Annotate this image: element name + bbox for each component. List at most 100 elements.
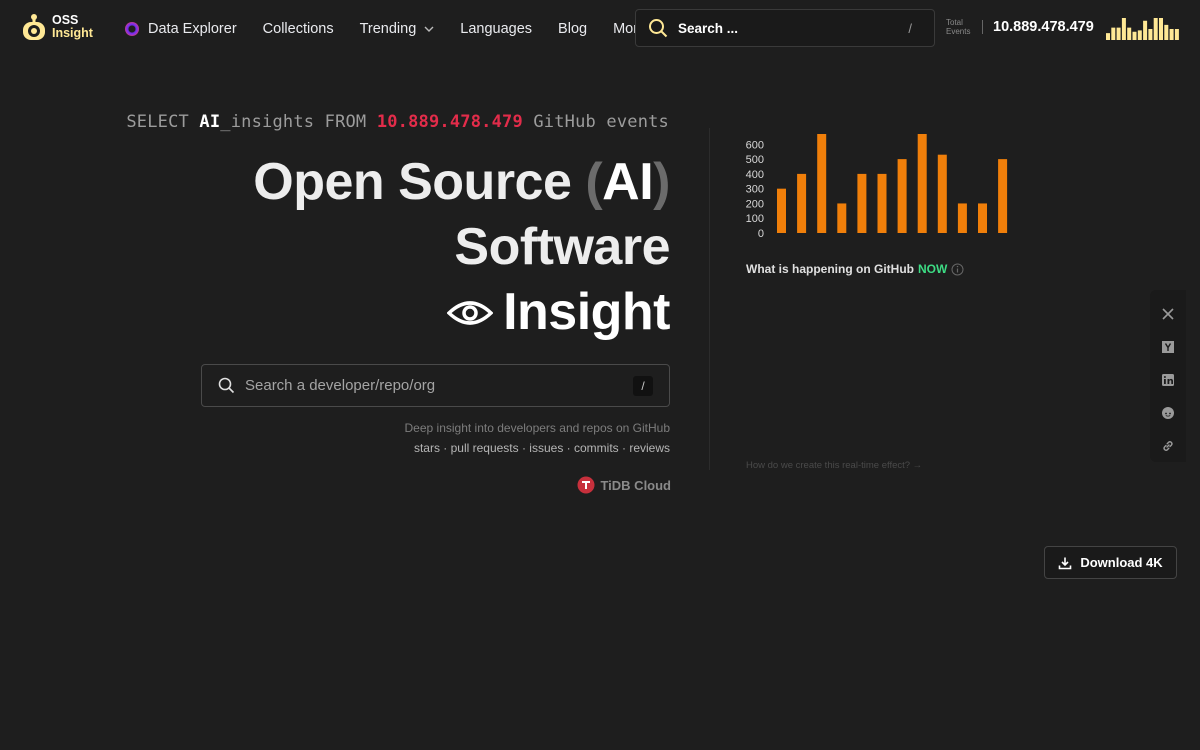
realtime-events-bar-chart: 600 500 400 300 200 100 0 (746, 134, 1008, 240)
search-icon (218, 377, 235, 394)
hero-divider (709, 128, 710, 470)
share-reddit-button[interactable] (1156, 401, 1180, 424)
top-search-label: Search ... (678, 20, 739, 36)
chart-bar (877, 173, 887, 233)
chart-bar (857, 173, 867, 233)
nav-blog-label: Blog (558, 21, 588, 37)
share-x-button[interactable] (1156, 303, 1180, 326)
share-copy-link-button[interactable] (1156, 434, 1180, 457)
realtime-now-label: NOW (917, 262, 948, 276)
top-search-shortcut: / (908, 20, 912, 36)
main-search-input[interactable]: Search a developer/repo/org / (201, 364, 670, 407)
y-tick-label: 600 (746, 139, 764, 151)
main-nav: Data Explorer Collections Trending Langu… (124, 0, 672, 58)
sparkbar (1174, 29, 1179, 40)
chart-bar (797, 173, 807, 233)
sql-suffix: GitHub events (522, 112, 669, 132)
sql-ai: AI (199, 112, 221, 132)
logo-line2: Insight (52, 26, 93, 40)
chart-bar (957, 203, 967, 233)
hero-title-line3: Insight (253, 280, 670, 345)
x-icon (1162, 308, 1174, 320)
share-linkedin-button[interactable] (1156, 369, 1180, 392)
chart-bar (837, 203, 847, 233)
sparkbar (1137, 30, 1142, 40)
sql-headline: SELECT AI_insights FROM 10.889.478.479 G… (126, 112, 669, 132)
top-nav-bar: OSS Insight Data Explorer Collections Tr… (0, 0, 1200, 58)
y-tick-label: 400 (746, 169, 764, 181)
share-rail (1150, 290, 1186, 462)
sparkbar (1143, 20, 1148, 40)
events-sparkbar (1106, 18, 1179, 40)
nav-data-explorer[interactable]: Data Explorer (124, 21, 237, 37)
nav-trending-label: Trending (359, 21, 417, 37)
sparkbar (1159, 18, 1163, 40)
top-search-input[interactable]: Search ... / (635, 9, 935, 47)
nav-trending[interactable]: Trending (360, 21, 435, 37)
main-search-placeholder: Search a developer/repo/org (245, 377, 436, 394)
total-events-line1: Total (946, 18, 963, 27)
tidb-cloud-badge[interactable]: TiDB Cloud (577, 476, 671, 494)
linkedin-icon (1162, 373, 1174, 386)
y-tick-label: 300 (746, 184, 764, 196)
y-tick-label: 500 (746, 154, 764, 166)
realtime-caption-text: What is happening on GitHub (746, 262, 914, 276)
sparkbar (1111, 27, 1116, 40)
tidb-logo-icon (577, 476, 595, 494)
chart-bar (897, 159, 907, 233)
chart-bar (917, 134, 927, 233)
nav-languages-label: Languages (460, 21, 533, 37)
logo-robot-icon (23, 14, 45, 40)
hero-title-insight: Insight (503, 283, 670, 341)
hero-title-paren-close: ) (653, 153, 670, 211)
chevron-down-icon (424, 26, 434, 32)
nav-blog[interactable]: Blog (558, 21, 587, 37)
chart-bar (777, 188, 786, 233)
reddit-icon (1162, 406, 1174, 419)
tidb-cloud-label: TiDB Cloud (600, 477, 671, 493)
hackernews-icon (1162, 341, 1174, 354)
share-hackernews-button[interactable] (1156, 336, 1180, 359)
hero-title-paren-open: ( (585, 153, 603, 211)
chart-bar (817, 134, 827, 233)
data-explorer-icon (125, 22, 139, 36)
eye-icon (447, 300, 494, 325)
oss-insight-logo[interactable]: OSS Insight (20, 12, 93, 42)
sparkbar (1116, 27, 1121, 40)
sql-select: SELECT (126, 112, 200, 132)
realtime-caption: What is happening on GitHub NOW (746, 262, 964, 276)
nav-collections[interactable]: Collections (263, 21, 334, 37)
nav-data-explorer-label: Data Explorer (148, 21, 237, 37)
hero-title-open-source: Open Source (253, 153, 586, 211)
hero-tagline: Deep insight into developers and repos o… (404, 421, 671, 435)
hero-title-line2: Software (454, 218, 670, 276)
download-4k-label: Download 4K (1080, 555, 1163, 570)
realtime-howto-link[interactable]: How do we create this real-time effect? … (746, 460, 922, 471)
sparkbar (1169, 29, 1174, 40)
sparkbar (1164, 24, 1169, 40)
sparkbar (1153, 18, 1158, 40)
nav-languages[interactable]: Languages (460, 21, 532, 37)
download-4k-button[interactable]: Download 4K (1044, 546, 1177, 579)
sql-rest: _insights FROM (220, 112, 377, 132)
sparkbar (1132, 31, 1137, 40)
hero-metric-tags: stars · pull requests · issues · commits… (413, 441, 670, 455)
hero-title-ai: AI (602, 153, 654, 211)
chart-bar (998, 159, 1008, 233)
total-events-label: Total Events (946, 18, 970, 36)
y-tick-label: 0 (758, 228, 764, 240)
logo-wordmark: OSS Insight (52, 14, 93, 40)
sparkbar (1121, 18, 1126, 40)
total-events-divider (982, 20, 983, 34)
chart-bar (978, 203, 987, 233)
nav-collections-label: Collections (262, 21, 334, 37)
total-events-line2: Events (946, 27, 971, 36)
chart-bar (937, 154, 947, 233)
info-icon[interactable] (951, 263, 964, 276)
hero-title-line1: Open Source (AI) (253, 150, 670, 215)
search-icon (649, 19, 668, 38)
hero-title: Open Source (AI) Software Insight (253, 150, 670, 345)
link-icon (1163, 440, 1173, 451)
sparkbar (1106, 33, 1110, 40)
total-events-count: 10.889.478.479 (993, 19, 1094, 35)
